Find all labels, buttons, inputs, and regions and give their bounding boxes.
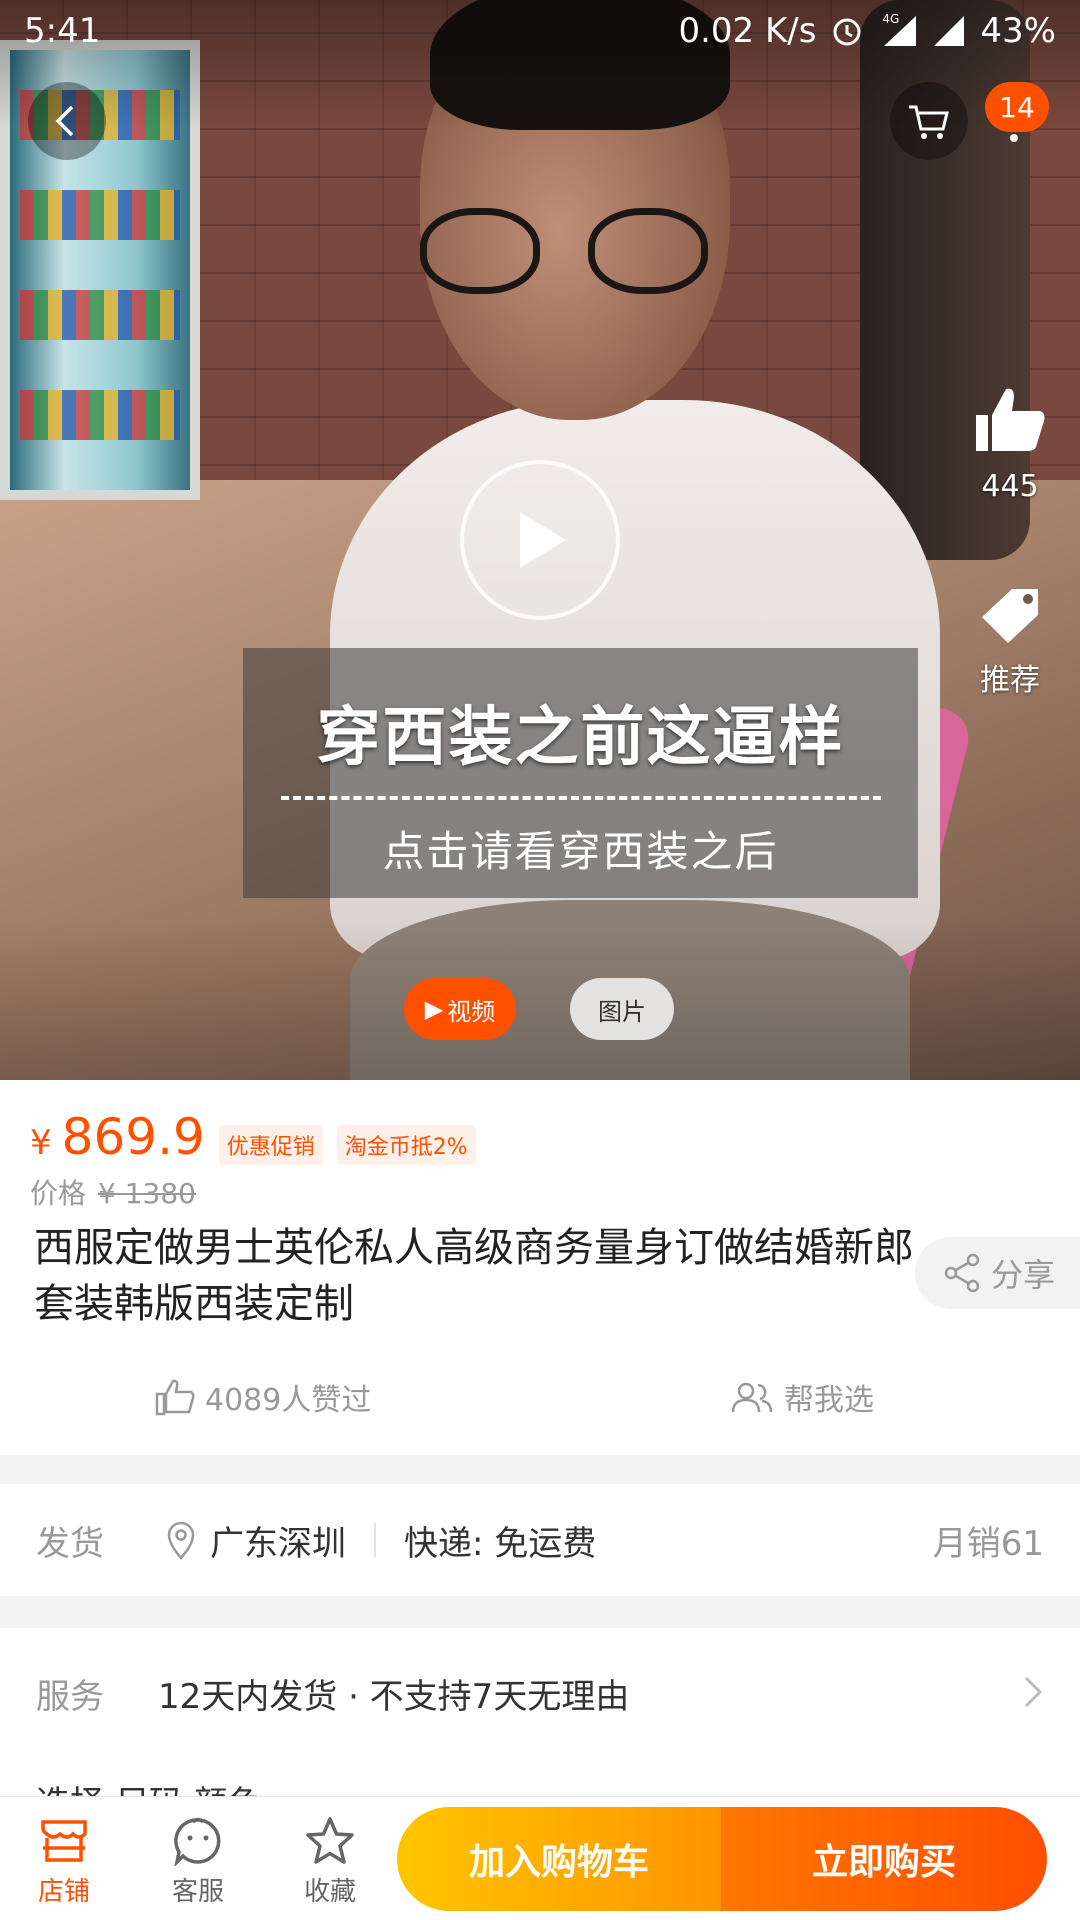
people-icon xyxy=(731,1382,773,1413)
favorite-label: 收藏 xyxy=(303,1877,356,1907)
original-price-row: 价格 ¥ 1380 xyxy=(30,1172,196,1212)
tab-video-label: 视频 xyxy=(447,997,496,1026)
tab-photo-label: 图片 xyxy=(598,997,646,1026)
help-choose-button[interactable]: 帮我选 xyxy=(730,1375,874,1419)
product-title: 西服定做男士英伦私人高级商务量身订做结婚新郎套装韩版西装定制 xyxy=(34,1225,914,1327)
chevron-right-icon xyxy=(1024,1676,1043,1708)
caption-line-2: 点击请看穿西装之后 xyxy=(382,827,779,876)
back-icon xyxy=(55,105,74,137)
shipping-label: 发货 xyxy=(36,1523,104,1564)
more-menu-dot[interactable] xyxy=(1010,134,1018,142)
add-to-cart-button[interactable]: 加入购物车 xyxy=(397,1807,721,1911)
likes-row[interactable]: 4089人赞过 xyxy=(155,1375,371,1419)
status-bar: 5:41 0.02 K/s 4G 43% xyxy=(0,0,1080,62)
thumbs-up-icon xyxy=(976,388,1045,451)
play-button[interactable] xyxy=(460,460,620,620)
share-label: 分享 xyxy=(991,1256,1056,1294)
caption-line-1: 穿西装之前这逼样 xyxy=(316,701,845,775)
tag-icon xyxy=(982,589,1038,643)
battery-level: 43% xyxy=(980,11,1056,51)
video-caption-overlay: 穿西装之前这逼样 点击请看穿西装之后 xyxy=(243,648,918,898)
shipping-location-text: 广东深圳 xyxy=(210,1523,346,1564)
location-pin-icon xyxy=(167,1521,195,1560)
original-price-label: 价格 xyxy=(30,1177,87,1210)
store-icon xyxy=(41,1820,87,1862)
store-button[interactable]: 店铺 xyxy=(14,1811,114,1908)
recommend-action[interactable]: 推荐 xyxy=(960,585,1060,699)
recommend-label: 推荐 xyxy=(980,663,1040,698)
monthly-sales: 月销61 xyxy=(932,1523,1044,1564)
alarm-icon xyxy=(830,14,864,48)
thumbs-up-outline-icon xyxy=(155,1379,195,1416)
play-small-icon: ▶ xyxy=(424,995,444,1023)
tab-photo[interactable]: 图片 xyxy=(570,978,674,1040)
customer-service-label: 客服 xyxy=(171,1877,224,1907)
current-price: 869.9 xyxy=(61,1108,205,1166)
bottom-action-bar: 店铺 客服 收藏 加入购物车 立即购买 xyxy=(0,1796,1080,1920)
shipping-location: 广东深圳 xyxy=(166,1516,346,1565)
product-detail-screen: 5:41 0.02 K/s 4G 43% 14 445 推荐 穿西装之前这逼样 … xyxy=(0,0,1080,1920)
status-time: 5:41 xyxy=(24,11,101,51)
cart-icon xyxy=(909,105,949,139)
service-label: 服务 xyxy=(36,1676,104,1717)
product-info-card: ¥ 869.9 优惠促销 淘金币抵2% 价格 ¥ 1380 西服定做男士英伦私人高… xyxy=(0,1080,1080,1455)
network-type: 4G xyxy=(882,12,900,26)
shipping-row[interactable]: 发货 广东深圳 快递: 免运费 月销61 xyxy=(0,1484,1080,1596)
help-choose-label: 帮我选 xyxy=(784,1383,874,1418)
star-icon xyxy=(306,1817,354,1864)
cart-button[interactable] xyxy=(890,82,968,160)
buy-now-button[interactable]: 立即购买 xyxy=(721,1807,1047,1911)
signal-4g-icon: 4G xyxy=(878,12,918,48)
share-button[interactable]: 分享 xyxy=(915,1237,1080,1309)
promo-tag: 优惠促销 xyxy=(218,1125,323,1165)
divider xyxy=(374,1523,376,1557)
status-right: 0.02 K/s 4G 43% xyxy=(678,11,1056,51)
back-button[interactable] xyxy=(28,82,106,160)
signal-icon xyxy=(932,14,966,48)
promo-tag: 淘金币抵2% xyxy=(336,1125,476,1165)
play-icon xyxy=(520,512,566,568)
price-row: ¥ 869.9 优惠促销 淘金币抵2% xyxy=(30,1108,476,1166)
share-icon xyxy=(944,1253,980,1293)
chat-face-icon xyxy=(174,1817,221,1866)
favorite-button[interactable]: 收藏 xyxy=(280,1811,380,1908)
like-action[interactable]: 445 xyxy=(960,385,1060,504)
express-fee: 快递: 免运费 xyxy=(404,1523,597,1564)
network-speed: 0.02 K/s xyxy=(678,11,817,51)
likes-text: 4089人赞过 xyxy=(205,1383,372,1418)
like-count: 445 xyxy=(981,469,1039,504)
cart-count-badge: 14 xyxy=(985,82,1049,132)
original-price: ¥ 1380 xyxy=(98,1177,196,1210)
service-row[interactable]: 服务 12天内发货 · 不支持7天无理由 xyxy=(0,1628,1080,1758)
currency-symbol: ¥ xyxy=(30,1123,52,1163)
caption-divider xyxy=(280,796,881,800)
tab-video[interactable]: ▶ 视频 xyxy=(404,978,516,1040)
store-label: 店铺 xyxy=(37,1877,90,1907)
customer-service-button[interactable]: 客服 xyxy=(148,1811,248,1908)
service-value: 12天内发货 · 不支持7天无理由 xyxy=(158,1676,630,1717)
